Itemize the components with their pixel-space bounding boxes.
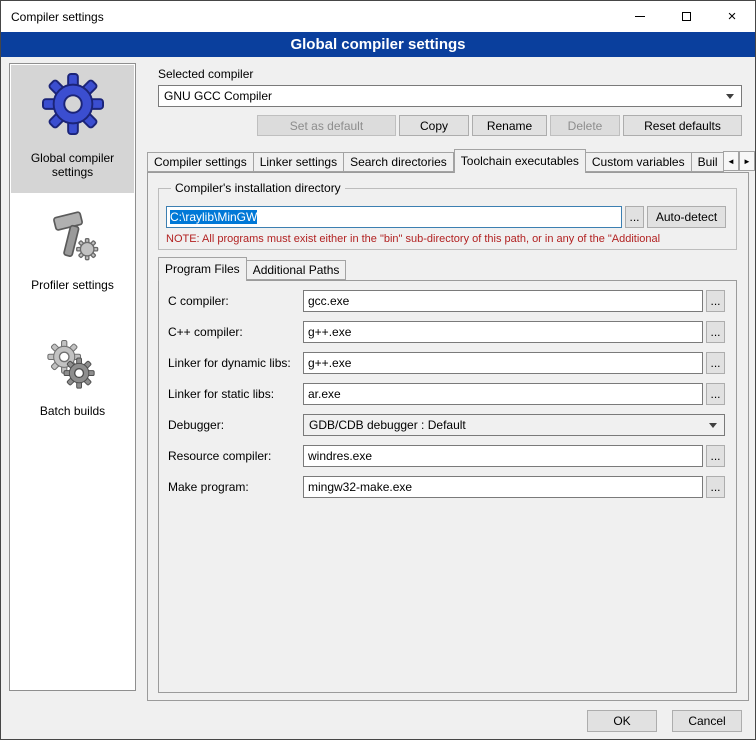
install-dir-input[interactable]: C:\raylib\MinGW (166, 206, 622, 228)
field-label: C compiler: (168, 294, 229, 308)
settings-tabstrip: Compiler settings Linker settings Search… (147, 149, 724, 173)
linker-static-input[interactable] (303, 383, 703, 405)
field-label: Make program: (168, 480, 249, 494)
field-label: Linker for dynamic libs: (168, 356, 291, 370)
sidebar-item-global-compiler-settings[interactable]: Global compiler settings (11, 65, 134, 193)
field-cpp-compiler: C++ compiler: ... (158, 321, 737, 343)
field-make-program: Make program: ... (158, 476, 737, 498)
install-dir-note: NOTE: All programs must exist either in … (166, 233, 737, 245)
sidebar-item-label: Batch builds (17, 404, 129, 418)
cancel-button[interactable]: Cancel (672, 710, 742, 732)
field-label: Linker for static libs: (168, 387, 274, 401)
minimize-icon (635, 16, 645, 17)
dialog-banner: Global compiler settings (1, 32, 755, 57)
batch-builds-gears-icon (46, 340, 100, 394)
close-icon: × (728, 9, 737, 24)
install-dir-group-title: Compiler's installation directory (171, 181, 345, 195)
field-label: C++ compiler: (168, 325, 243, 339)
c-compiler-input[interactable] (303, 290, 703, 312)
auto-detect-button[interactable]: Auto-detect (647, 206, 726, 228)
field-linker-static: Linker for static libs: ... (158, 383, 737, 405)
install-dir-value: C:\raylib\MinGW (170, 210, 257, 224)
sidebar-item-batch-builds[interactable]: Batch builds (11, 336, 134, 440)
field-resource-compiler: Resource compiler: ... (158, 445, 737, 467)
titlebar: Compiler settings × (1, 1, 755, 32)
tab-toolchain-executables[interactable]: Toolchain executables (454, 149, 586, 173)
set-as-default-button: Set as default (257, 115, 396, 136)
tab-build-options[interactable]: Buil (692, 152, 724, 172)
field-debugger: Debugger: GDB/CDB debugger : Default (158, 414, 737, 436)
install-dir-browse-button[interactable]: ... (625, 206, 644, 228)
minimize-button[interactable] (617, 1, 663, 32)
field-label: Resource compiler: (168, 449, 271, 463)
maximize-icon (682, 12, 691, 21)
browse-button[interactable]: ... (706, 476, 725, 498)
browse-button[interactable]: ... (706, 383, 725, 405)
compiler-select[interactable]: GNU GCC Compiler (158, 85, 742, 107)
tab-compiler-settings[interactable]: Compiler settings (147, 152, 254, 172)
programs-subtabstrip: Program Files Additional Paths (158, 257, 558, 281)
profiler-hammer-icon (46, 208, 100, 262)
chevron-down-icon (709, 423, 717, 428)
cpp-compiler-input[interactable] (303, 321, 703, 343)
tab-linker-settings[interactable]: Linker settings (254, 152, 344, 172)
ok-button[interactable]: OK (587, 710, 657, 732)
tab-custom-variables[interactable]: Custom variables (586, 152, 692, 172)
chevron-down-icon (726, 94, 734, 99)
maximize-button[interactable] (663, 1, 709, 32)
copy-button[interactable]: Copy (399, 115, 469, 136)
browse-button[interactable]: ... (706, 352, 725, 374)
debugger-select-value: GDB/CDB debugger : Default (309, 418, 466, 432)
browse-button[interactable]: ... (706, 290, 725, 312)
browse-button[interactable]: ... (706, 445, 725, 467)
selected-compiler-label: Selected compiler (158, 67, 253, 81)
window-title: Compiler settings (11, 10, 104, 24)
field-linker-dynamic: Linker for dynamic libs: ... (158, 352, 737, 374)
sidebar: Global compiler settings Profiler settin… (9, 63, 136, 691)
rename-button[interactable]: Rename (472, 115, 547, 136)
compiler-select-value: GNU GCC Compiler (164, 89, 272, 103)
delete-button: Delete (550, 115, 620, 136)
make-program-input[interactable] (303, 476, 703, 498)
tab-search-directories[interactable]: Search directories (344, 152, 454, 172)
close-button[interactable]: × (709, 1, 755, 32)
compiler-settings-window: Compiler settings × Global compiler sett… (0, 0, 756, 740)
resource-compiler-input[interactable] (303, 445, 703, 467)
tab-scroll-left-button[interactable]: ◄ (723, 151, 739, 171)
arrow-left-icon: ◄ (727, 157, 735, 166)
banner-title: Global compiler settings (290, 36, 465, 53)
blue-gear-icon (42, 73, 104, 135)
subtab-additional-paths[interactable]: Additional Paths (247, 260, 347, 280)
linker-dynamic-input[interactable] (303, 352, 703, 374)
sidebar-item-profiler-settings[interactable]: Profiler settings (11, 204, 134, 316)
debugger-select[interactable]: GDB/CDB debugger : Default (303, 414, 725, 436)
field-c-compiler: C compiler: ... (158, 290, 737, 312)
browse-button[interactable]: ... (706, 321, 725, 343)
window-controls: × (617, 1, 755, 32)
arrow-right-icon: ► (743, 157, 751, 166)
tab-scroll-right-button[interactable]: ► (739, 151, 755, 171)
sidebar-item-label: Global compiler settings (17, 151, 129, 179)
reset-defaults-button[interactable]: Reset defaults (623, 115, 742, 136)
field-label: Debugger: (168, 418, 224, 432)
sidebar-item-label: Profiler settings (17, 278, 129, 292)
subtab-program-files[interactable]: Program Files (158, 257, 247, 281)
